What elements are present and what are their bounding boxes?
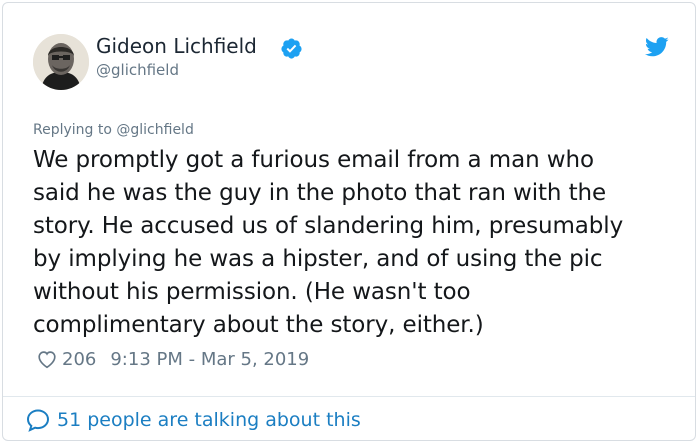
replying-to-prefix: Replying to <box>33 122 112 138</box>
conversation-link[interactable]: 51 people are talking about this <box>26 408 361 432</box>
author-handle[interactable]: @glichfield <box>96 61 179 79</box>
divider <box>3 396 695 397</box>
tweet-text-line: complimentary about the story, either.) <box>33 312 484 338</box>
conversation-label[interactable]: 51 people are talking about this <box>57 409 361 431</box>
author-name[interactable]: Gideon Lichfield <box>96 34 257 58</box>
avatar-photo <box>33 34 89 90</box>
tweet-text: We promptly got a furious email from a m… <box>33 144 663 342</box>
replying-to: Replying to @glichfield <box>33 122 194 138</box>
speech-bubble-icon <box>26 409 50 432</box>
tweet-card: Gideon Lichfield @glichfield Replying to… <box>2 2 696 441</box>
tweet-text-line: by implying he was a hipster, and of usi… <box>33 246 603 272</box>
verified-badge-icon <box>281 38 302 59</box>
tweet-meta: 206 9:13 PM - Mar 5, 2019 <box>36 346 309 372</box>
timestamp[interactable]: 9:13 PM - Mar 5, 2019 <box>110 349 309 370</box>
twitter-bird-icon[interactable] <box>645 37 669 57</box>
heart-outline-icon[interactable] <box>36 348 58 370</box>
tweet-text-line: We promptly got a furious email from a m… <box>33 147 594 173</box>
tweet-text-line: without his permission. (He wasn't too <box>33 279 471 305</box>
replying-to-handle-link[interactable]: @glichfield <box>116 122 193 138</box>
tweet-text-line: said he was the guy in the photo that ra… <box>33 180 607 206</box>
like-count[interactable]: 206 <box>62 349 96 370</box>
tweet-text-line: story. He accused us of slandering him, … <box>33 213 624 239</box>
avatar[interactable] <box>33 34 89 90</box>
